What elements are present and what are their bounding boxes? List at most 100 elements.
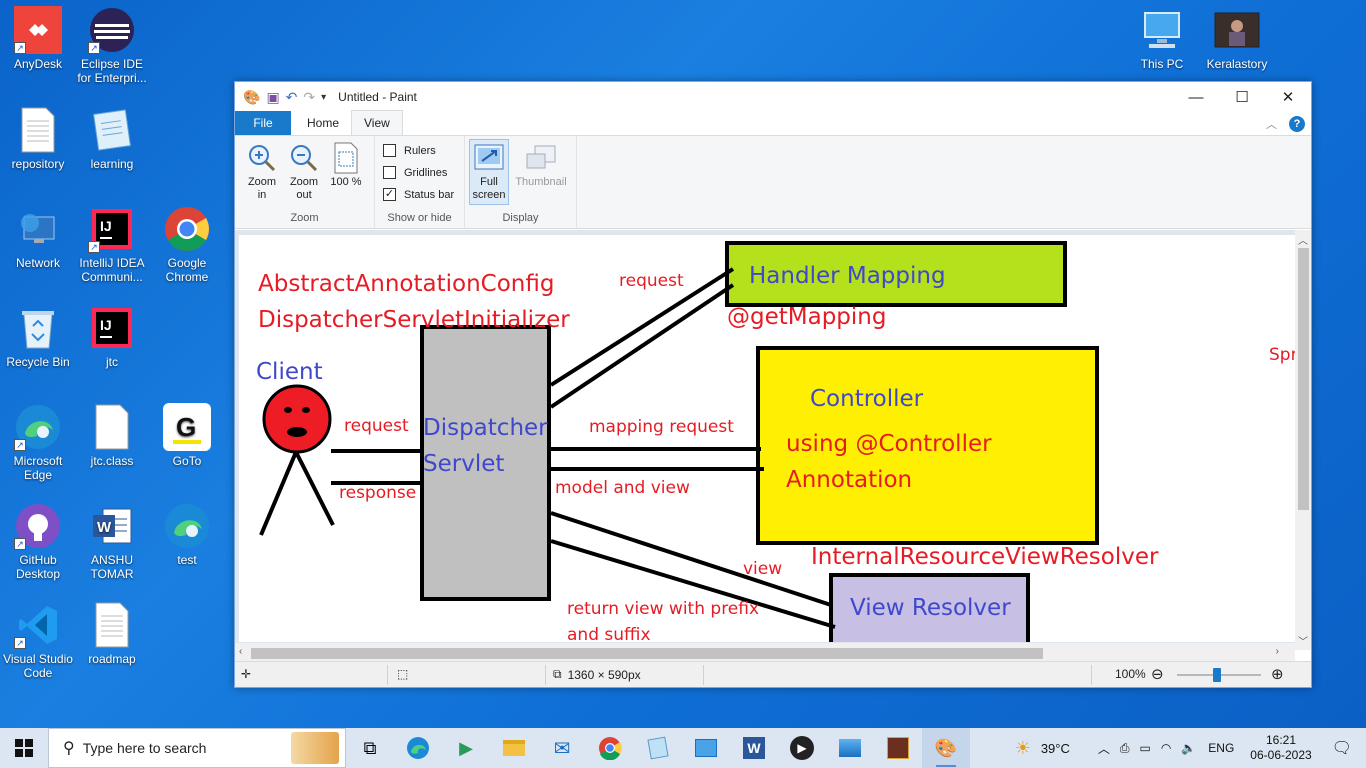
start-button[interactable] bbox=[0, 728, 48, 768]
zoom-in-icon bbox=[246, 142, 278, 174]
taskbar-search[interactable]: ⚲ Type here to search bbox=[48, 728, 346, 768]
desktop-icon-intellij[interactable]: IJ ↗ IntelliJ IDEA Communi... bbox=[74, 205, 150, 284]
anydesk-icon: ↗ bbox=[14, 6, 62, 54]
zoom-out-button[interactable]: Zoom out bbox=[285, 142, 323, 202]
language-indicator[interactable]: ENG bbox=[1208, 741, 1234, 755]
desktop-icon-test[interactable]: test bbox=[149, 502, 225, 567]
taskbar-chrome[interactable] bbox=[586, 728, 634, 768]
scroll-left-icon[interactable]: ‹ bbox=[239, 646, 242, 657]
taskbar-photos[interactable] bbox=[826, 728, 874, 768]
tab-file[interactable]: File bbox=[235, 111, 291, 135]
horizontal-scroll-thumb[interactable] bbox=[251, 648, 1043, 659]
zoom-slider[interactable] bbox=[1177, 668, 1261, 682]
collapse-ribbon-icon[interactable]: ︿ bbox=[1266, 116, 1277, 132]
image-size-icon: ⧉ bbox=[553, 667, 562, 681]
notification-icon[interactable]: 🗨 bbox=[1332, 738, 1352, 758]
desktop-icon-edge[interactable]: ↗ Microsoft Edge bbox=[0, 403, 76, 482]
desktop-icon-anydesk[interactable]: ↗ AnyDesk bbox=[0, 6, 76, 71]
word-icon: W bbox=[743, 737, 765, 759]
customize-qat-icon[interactable]: ▾ bbox=[321, 92, 326, 103]
desktop-icon-repository[interactable]: repository bbox=[0, 106, 76, 171]
computer-icon bbox=[1138, 6, 1186, 54]
taskbar-control-panel[interactable] bbox=[682, 728, 730, 768]
ribbon-tabs: File Home View ︿ ? bbox=[235, 110, 1311, 136]
taskbar-edge[interactable] bbox=[394, 728, 442, 768]
tab-home[interactable]: Home bbox=[295, 111, 351, 135]
clock[interactable]: 16:21 06-06-2023 bbox=[1250, 733, 1311, 763]
zoom-out-small-icon[interactable]: ⊖ bbox=[1151, 665, 1164, 683]
taskbar-word[interactable]: W bbox=[730, 728, 778, 768]
scroll-up-icon[interactable]: ︿ bbox=[1298, 232, 1308, 247]
taskbar-paint[interactable]: 🎨 bbox=[922, 728, 970, 768]
battery-icon[interactable]: ▭ bbox=[1140, 741, 1151, 755]
full-screen-button[interactable]: Full screen bbox=[469, 139, 509, 205]
paint-app-icon[interactable]: 🎨 bbox=[243, 89, 260, 106]
desktop-icon-network[interactable]: Network bbox=[0, 205, 76, 270]
desktop-icon-github[interactable]: ↗ GitHub Desktop bbox=[0, 502, 76, 581]
desktop-icon-chrome[interactable]: Google Chrome bbox=[149, 205, 225, 284]
horizontal-scrollbar[interactable]: ‹ › bbox=[235, 643, 1295, 661]
document-icon bbox=[88, 601, 136, 649]
taskbar-file-explorer[interactable] bbox=[490, 728, 538, 768]
thumbnail-button[interactable]: Thumbnail bbox=[513, 142, 569, 189]
task-view-button[interactable]: ⧉ bbox=[346, 728, 394, 768]
scroll-right-icon[interactable]: › bbox=[1276, 646, 1279, 657]
vertical-scrollbar[interactable]: ︿ ﹀ bbox=[1295, 230, 1311, 650]
weather-icon[interactable]: ☀ bbox=[1015, 738, 1031, 759]
status-bar-checkbox[interactable]: ✓ Status bar bbox=[383, 188, 454, 201]
help-icon[interactable]: ? bbox=[1289, 116, 1305, 132]
intellij-icon: IJ ↗ bbox=[88, 205, 136, 253]
undo-icon[interactable]: ↶ bbox=[286, 89, 298, 106]
redo-icon[interactable]: ↷ bbox=[303, 89, 315, 106]
desktop-icon-jtc-class[interactable]: jtc.class bbox=[74, 403, 150, 468]
minimize-button[interactable]: — bbox=[1173, 82, 1219, 112]
request-top-label: request bbox=[619, 271, 684, 291]
drawing: AbstractAnnotationConfig DispatcherServl… bbox=[256, 241, 1297, 642]
weather-temp[interactable]: 39°C bbox=[1041, 741, 1070, 756]
desktop-icon-anshu-tomar[interactable]: W ANSHU TOMAR bbox=[74, 502, 150, 581]
zoom-100-button[interactable]: 100 % bbox=[329, 142, 363, 189]
status-bar-check-icon: ✓ bbox=[383, 188, 396, 201]
desktop-icon-recycle-bin[interactable]: Recycle Bin bbox=[0, 304, 76, 369]
internal-resolver-label: InternalResourceViewResolver bbox=[811, 544, 1159, 570]
gridlines-checkbox[interactable]: Gridlines bbox=[383, 166, 447, 179]
chevron-up-icon[interactable]: ︿ bbox=[1098, 740, 1110, 757]
desktop-icon-this-pc[interactable]: This PC bbox=[1124, 6, 1200, 71]
wifi-icon[interactable]: ◠ bbox=[1161, 741, 1171, 755]
quick-access-toolbar: 🎨 ▣ ↶ ↷ ▾ bbox=[235, 89, 326, 106]
desktop-icon-roadmap[interactable]: roadmap bbox=[74, 601, 150, 666]
taskbar-media[interactable]: ▶ bbox=[442, 728, 490, 768]
save-icon[interactable]: ▣ bbox=[266, 89, 279, 106]
taskbar-notepad[interactable] bbox=[634, 728, 682, 768]
zoom-slider-thumb[interactable] bbox=[1213, 668, 1221, 682]
zoom-in-button[interactable]: Zoom in bbox=[243, 142, 281, 202]
meet-icon[interactable]: ⎙ bbox=[1120, 741, 1130, 756]
page-100-icon bbox=[330, 142, 362, 174]
photos-icon bbox=[839, 739, 861, 757]
dispatcher-label-2: Servlet bbox=[423, 451, 504, 477]
taskbar-mail[interactable]: ✉ bbox=[538, 728, 586, 768]
dispatcher-label-1: Dispatcher bbox=[423, 415, 548, 441]
paint-icon: 🎨 bbox=[934, 737, 958, 758]
zoom-in-small-icon[interactable]: ⊕ bbox=[1271, 665, 1284, 683]
edge-icon bbox=[163, 502, 211, 550]
scroll-down-icon[interactable]: ﹀ bbox=[1298, 633, 1308, 648]
taskbar-game[interactable] bbox=[874, 728, 922, 768]
desktop-icon-keralastory[interactable]: Keralastory bbox=[1199, 6, 1275, 71]
desktop-icon-learning[interactable]: learning bbox=[74, 106, 150, 171]
thumbnail-icon bbox=[525, 142, 557, 174]
rulers-checkbox[interactable]: Rulers bbox=[383, 144, 436, 157]
desktop-icon-vscode[interactable]: ↗ Visual Studio Code bbox=[0, 601, 76, 680]
game-icon bbox=[887, 737, 909, 759]
zoom-level: 100% bbox=[1115, 667, 1146, 681]
maximize-button[interactable]: ☐ bbox=[1219, 82, 1265, 112]
desktop-icon-eclipse[interactable]: ↗ Eclipse IDE for Enterpri... bbox=[74, 6, 150, 85]
desktop-icon-jtc[interactable]: IJ jtc bbox=[74, 304, 150, 369]
volume-icon[interactable]: 🔈 bbox=[1181, 741, 1196, 755]
desktop-icon-goto[interactable]: G GoTo bbox=[149, 403, 225, 468]
close-button[interactable]: ✕ bbox=[1265, 82, 1311, 112]
taskbar-player[interactable]: ▶ bbox=[778, 728, 826, 768]
vertical-scroll-thumb[interactable] bbox=[1298, 248, 1309, 510]
tab-view[interactable]: View bbox=[351, 110, 403, 135]
drawing-canvas[interactable]: AbstractAnnotationConfig DispatcherServl… bbox=[239, 235, 1297, 642]
